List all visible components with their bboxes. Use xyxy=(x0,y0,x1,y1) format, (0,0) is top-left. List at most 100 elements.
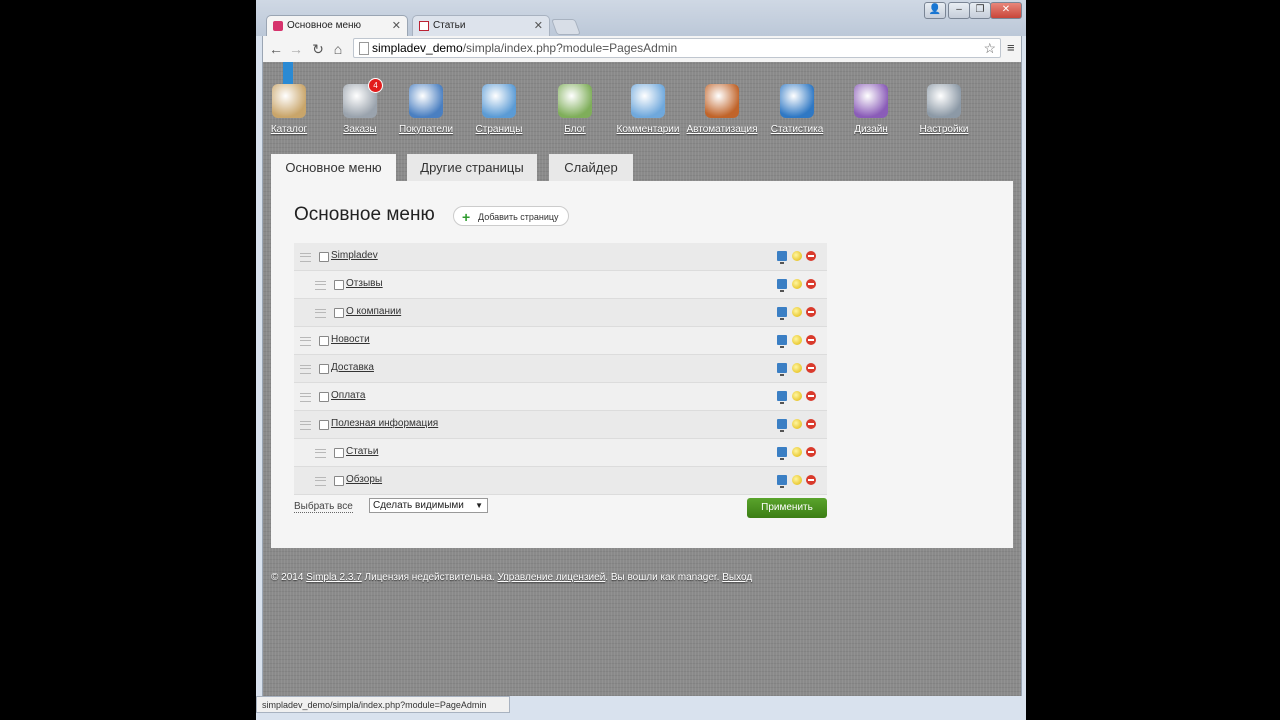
monitor-icon[interactable] xyxy=(777,475,787,488)
monitor-icon[interactable] xyxy=(777,447,787,460)
monitor-icon[interactable] xyxy=(777,251,787,264)
drag-handle-icon[interactable] xyxy=(315,309,326,318)
apply-button[interactable]: Применить xyxy=(747,498,827,518)
delete-icon[interactable] xyxy=(806,363,816,373)
delete-icon[interactable] xyxy=(806,447,816,457)
row-checkbox[interactable] xyxy=(319,252,329,262)
close-tab-icon[interactable]: ✕ xyxy=(534,19,543,32)
monitor-icon[interactable] xyxy=(777,391,787,404)
drag-handle-icon[interactable] xyxy=(300,393,311,402)
page-link[interactable]: Доставка xyxy=(331,362,374,373)
select-all-link[interactable]: Выбрать все xyxy=(294,501,353,513)
tab-slider[interactable]: Слайдер xyxy=(549,154,633,182)
delete-icon[interactable] xyxy=(806,475,816,485)
pages-list: Simpladev Отзывы О компании Новости Доставка… xyxy=(294,243,827,495)
drag-handle-icon[interactable] xyxy=(315,449,326,458)
bulb-icon[interactable] xyxy=(792,391,802,401)
monitor-icon[interactable] xyxy=(777,307,787,320)
forward-icon[interactable]: → xyxy=(287,40,305,58)
nav-item-0[interactable]: Каталог xyxy=(263,84,326,135)
nav-item-6[interactable]: Автоматизация xyxy=(685,84,759,135)
nav-label: Каталог xyxy=(270,124,308,135)
row-checkbox[interactable] xyxy=(334,476,344,486)
drag-handle-icon[interactable] xyxy=(315,477,326,486)
maximize-button[interactable]: ❐ xyxy=(969,2,991,19)
delete-icon[interactable] xyxy=(806,335,816,345)
row-checkbox[interactable] xyxy=(319,420,329,430)
browser-tab[interactable]: Статьи ✕ xyxy=(412,15,550,36)
user-icon[interactable]: 👤 xyxy=(924,2,946,19)
tab-other-pages[interactable]: Другие страницы xyxy=(407,154,537,182)
delete-icon[interactable] xyxy=(806,391,816,401)
row-checkbox[interactable] xyxy=(319,336,329,346)
tab-label: Основное меню xyxy=(287,20,362,31)
close-window-button[interactable]: ✕ xyxy=(990,2,1022,19)
delete-icon[interactable] xyxy=(806,279,816,289)
bookmark-star-icon[interactable]: ☆ xyxy=(983,39,996,57)
reload-icon[interactable]: ↻ xyxy=(309,40,327,58)
bulb-icon[interactable] xyxy=(792,279,802,289)
drag-handle-icon[interactable] xyxy=(315,281,326,290)
add-page-button[interactable]: + Добавить страницу xyxy=(453,206,569,226)
nav-item-2[interactable]: Покупатели xyxy=(389,84,463,135)
page-link[interactable]: О компании xyxy=(346,306,401,317)
row-checkbox[interactable] xyxy=(334,448,344,458)
page-row: Полезная информация xyxy=(294,411,827,439)
bulb-icon[interactable] xyxy=(792,251,802,261)
page-link[interactable]: Обзоры xyxy=(346,474,382,485)
home-icon[interactable]: ⌂ xyxy=(329,40,347,58)
bulb-icon[interactable] xyxy=(792,447,802,457)
bulk-action-select[interactable]: Сделать видимыми ▼ xyxy=(369,498,488,513)
pages-icon xyxy=(482,84,516,118)
version-link[interactable]: Simpla 2.3.7 xyxy=(306,572,362,583)
delete-icon[interactable] xyxy=(806,251,816,261)
row-checkbox[interactable] xyxy=(319,364,329,374)
nav-item-7[interactable]: Статистика xyxy=(760,84,834,135)
page-link[interactable]: Новости xyxy=(331,334,370,345)
footer-copyright: © 2014 xyxy=(271,572,307,583)
monitor-icon[interactable] xyxy=(777,335,787,348)
license-link[interactable]: Управление лицензией xyxy=(497,572,605,583)
drag-handle-icon[interactable] xyxy=(300,337,311,346)
logout-link[interactable]: Выход xyxy=(722,572,752,583)
close-tab-icon[interactable]: ✕ xyxy=(392,19,401,32)
bulb-icon[interactable] xyxy=(792,363,802,373)
bookmark-ribbon-icon[interactable] xyxy=(283,62,293,91)
drag-handle-icon[interactable] xyxy=(300,365,311,374)
bulb-icon[interactable] xyxy=(792,475,802,485)
footer-license-text: Лицензия недействительна. xyxy=(361,572,498,583)
nav-label: Настройки xyxy=(919,124,969,135)
row-checkbox[interactable] xyxy=(319,392,329,402)
monitor-icon[interactable] xyxy=(777,279,787,292)
nav-item-1[interactable]: 4 Заказы xyxy=(323,78,397,135)
address-bar[interactable]: simpladev_demo/simpla/index.php?module=P… xyxy=(353,38,1001,58)
tab-main-menu[interactable]: Основное меню xyxy=(271,154,396,184)
bulb-icon[interactable] xyxy=(792,307,802,317)
browser-tab-active[interactable]: Основное меню ✕ xyxy=(266,15,408,36)
page-link[interactable]: Статьи xyxy=(346,446,378,457)
page-link[interactable]: Полезная информация xyxy=(331,418,438,429)
monitor-icon[interactable] xyxy=(777,419,787,432)
nav-item-8[interactable]: Дизайн xyxy=(834,84,908,135)
row-checkbox[interactable] xyxy=(334,308,344,318)
page-link[interactable]: Simpladev xyxy=(331,250,378,261)
delete-icon[interactable] xyxy=(806,307,816,317)
monitor-icon[interactable] xyxy=(777,363,787,376)
drag-handle-icon[interactable] xyxy=(300,253,311,262)
nav-item-5[interactable]: Комментарии xyxy=(611,84,685,135)
minimize-button[interactable]: – xyxy=(948,2,970,19)
nav-item-3[interactable]: Страницы xyxy=(462,84,536,135)
nav-item-4[interactable]: Блог xyxy=(538,84,612,135)
row-checkbox[interactable] xyxy=(334,280,344,290)
drag-handle-icon[interactable] xyxy=(300,421,311,430)
back-icon[interactable]: ← xyxy=(267,40,285,58)
bulb-icon[interactable] xyxy=(792,419,802,429)
nav-label: Статистика xyxy=(770,124,824,135)
page-link[interactable]: Оплата xyxy=(331,390,365,401)
nav-item-9[interactable]: Настройки xyxy=(907,84,981,135)
browser-menu-icon[interactable]: ≡ xyxy=(1007,40,1019,55)
page-link[interactable]: Отзывы xyxy=(346,278,383,289)
delete-icon[interactable] xyxy=(806,419,816,429)
bulb-icon[interactable] xyxy=(792,335,802,345)
new-tab-button[interactable] xyxy=(551,19,581,35)
